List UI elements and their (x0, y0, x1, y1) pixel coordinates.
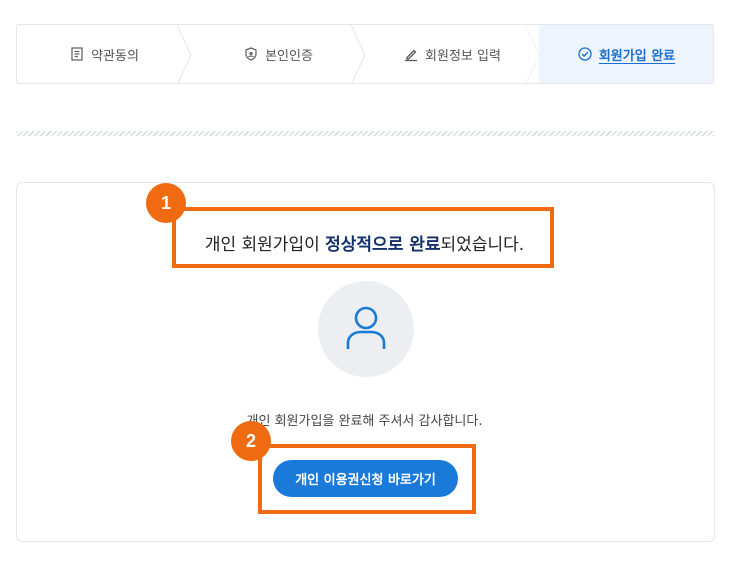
step-separator (351, 25, 366, 83)
annotation-badge-2: 2 (231, 421, 271, 461)
avatar (318, 281, 414, 377)
step-identity: 본인인증 (191, 25, 366, 83)
signup-steps: 약관동의 본인인증 회원정보 입력 회원가입 완료 (16, 24, 714, 84)
step-label: 회원정보 입력 (425, 48, 501, 64)
step-member-info: 회원정보 입력 (365, 25, 540, 83)
step-terms: 약관동의 (17, 25, 192, 83)
step-separator (177, 25, 192, 83)
document-icon (69, 46, 85, 62)
step-label: 약관동의 (91, 48, 139, 64)
check-circle-icon (577, 46, 593, 62)
step-label: 본인인증 (265, 48, 313, 64)
highlight-box-1 (172, 207, 554, 268)
pencil-icon (403, 46, 419, 62)
annotation-badge-1: 1 (146, 183, 186, 223)
thanks-text: 개인 회원가입을 완료해 주셔서 감사합니다. (246, 414, 483, 429)
step-label: 회원가입 완료 (598, 48, 676, 64)
step-separator (525, 25, 540, 83)
highlight-box-2 (258, 444, 476, 514)
step-complete: 회원가입 완료 (539, 25, 713, 83)
user-icon (344, 303, 388, 355)
shield-icon (243, 46, 259, 62)
section-divider (16, 131, 714, 136)
